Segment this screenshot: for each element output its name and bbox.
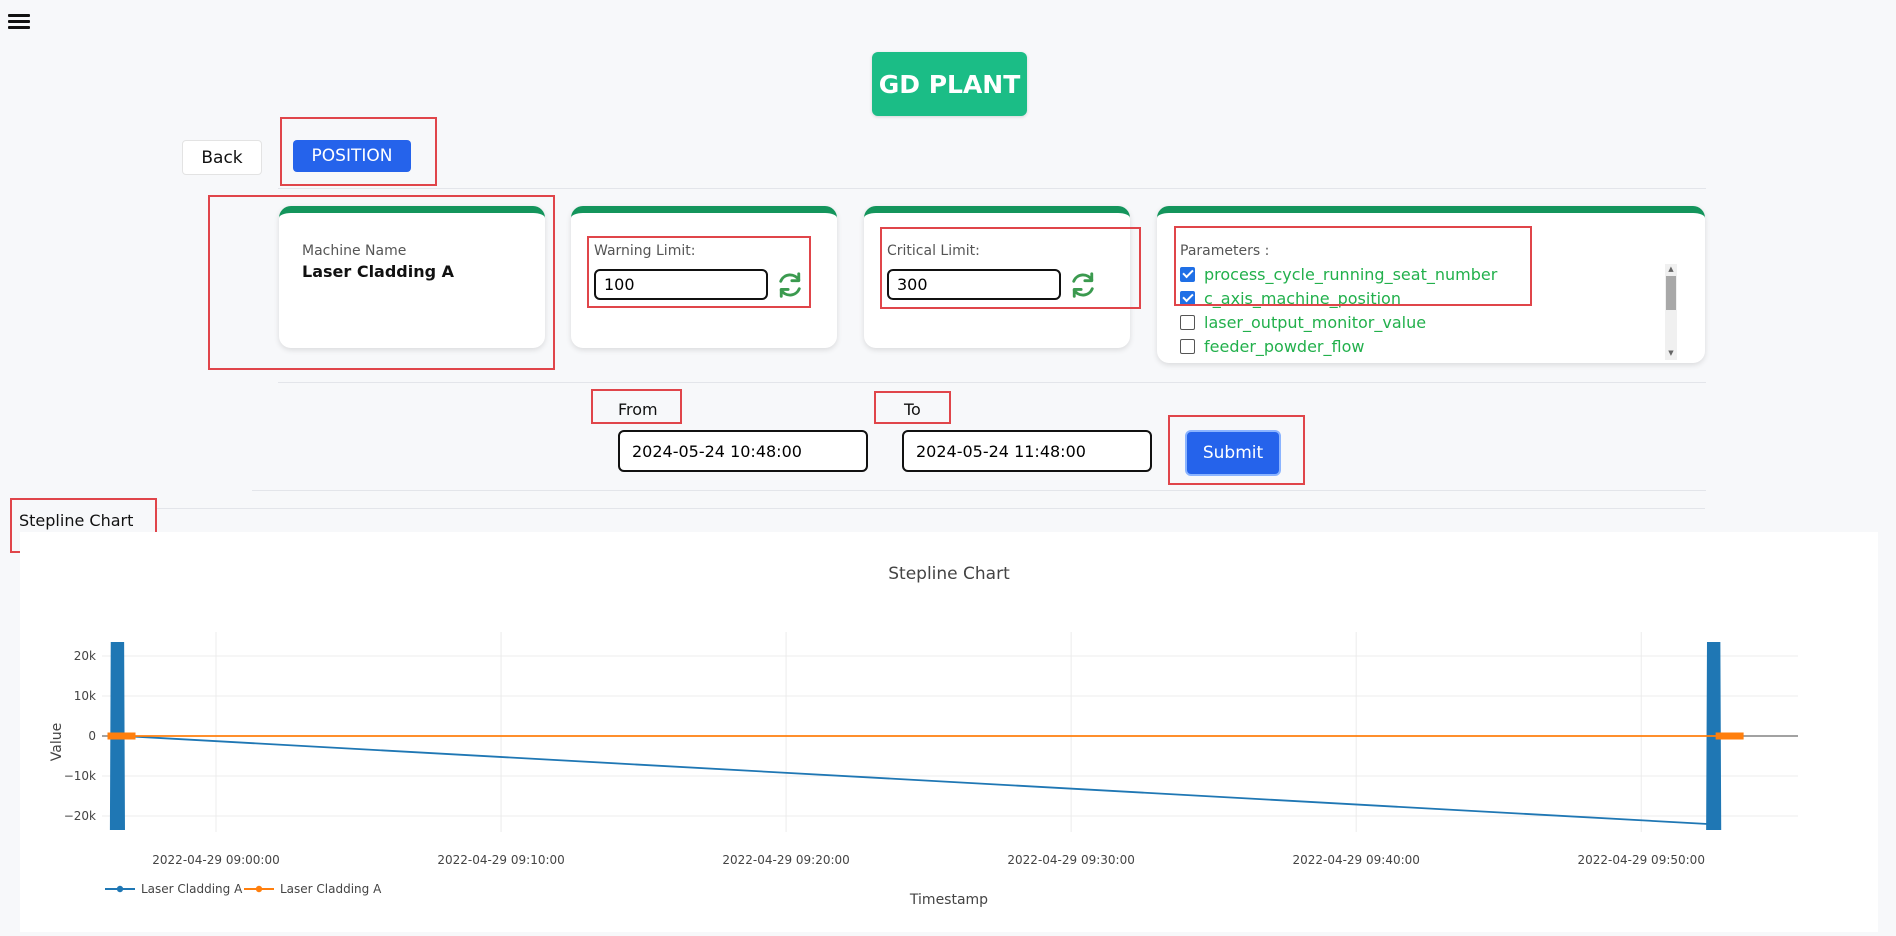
back-button[interactable]: Back xyxy=(182,140,262,175)
y-tick-label: 10k xyxy=(74,689,96,703)
from-datetime-input[interactable] xyxy=(618,430,868,472)
chart-ticks: 20k 10k 0 −10k −20k 2022-04-29 09:00:00 2022-0… xyxy=(64,649,1705,867)
x-tick-label: 2022-04-29 09:00:00 xyxy=(152,853,279,867)
chart-grid xyxy=(102,632,1798,832)
chart-x-axis-label: Timestamp xyxy=(909,892,988,908)
y-tick-label: 0 xyxy=(88,729,96,743)
chart-legend[interactable]: Laser Cladding A Laser Cladding A xyxy=(105,882,382,896)
chart-container: 20k 10k 0 −10k −20k 2022-04-29 09:00:00 2022-0… xyxy=(20,532,1878,932)
series-line-blue xyxy=(123,735,1708,825)
x-tick-label: 2022-04-29 09:20:00 xyxy=(722,853,849,867)
machine-name-value: Laser Cladding A xyxy=(302,262,455,281)
x-tick-label: 2022-04-29 09:50:00 xyxy=(1578,853,1705,867)
legend-marker xyxy=(255,885,263,893)
y-tick-label: 20k xyxy=(74,649,96,663)
scroll-up-icon[interactable]: ▲ xyxy=(1665,264,1677,274)
legend-label: Laser Cladding A xyxy=(280,882,382,896)
plant-title-button[interactable]: GD PLANT xyxy=(872,52,1027,116)
parameter-label: laser_output_monitor_value xyxy=(1204,312,1427,332)
divider xyxy=(278,188,1706,189)
parameter-item[interactable]: laser_output_monitor_value xyxy=(1180,310,1650,334)
section-title: Stepline Chart xyxy=(19,511,134,530)
highlight-box-warning xyxy=(587,236,811,308)
to-label: To xyxy=(904,400,921,419)
chart-y-axis-label: Value xyxy=(49,723,65,761)
scroll-thumb[interactable] xyxy=(1666,276,1676,310)
x-tick-label: 2022-04-29 09:10:00 xyxy=(437,853,564,867)
chart-series xyxy=(107,641,1744,831)
series-marker-orange xyxy=(1715,732,1744,740)
hamburger-menu-icon[interactable] xyxy=(8,14,30,30)
y-tick-label: −10k xyxy=(64,769,96,783)
legend-marker xyxy=(116,885,124,893)
scroll-down-icon[interactable]: ▼ xyxy=(1665,348,1677,358)
highlight-box-parameters xyxy=(1174,226,1532,306)
chart-title: Stepline Chart xyxy=(888,564,1010,584)
to-datetime-input[interactable] xyxy=(902,430,1152,472)
parameters-scrollbar[interactable]: ▲ ▼ xyxy=(1665,264,1677,360)
legend-label: Laser Cladding A xyxy=(141,882,243,896)
checkbox[interactable] xyxy=(1180,314,1195,330)
divider xyxy=(252,490,1706,491)
stepline-chart[interactable]: 20k 10k 0 −10k −20k 2022-04-29 09:00:00 2022-0… xyxy=(20,532,1878,932)
highlight-box-critical xyxy=(880,227,1141,309)
checkbox[interactable] xyxy=(1180,338,1195,354)
machine-name-label: Machine Name xyxy=(302,243,407,259)
machine-card: Machine Name Laser Cladding A xyxy=(279,206,545,348)
parameter-label: feeder_powder_flow xyxy=(1204,336,1365,356)
divider xyxy=(155,508,1705,509)
parameter-item[interactable]: feeder_powder_flow xyxy=(1180,334,1650,358)
submit-button[interactable]: Submit xyxy=(1185,430,1281,476)
x-tick-label: 2022-04-29 09:40:00 xyxy=(1292,853,1419,867)
position-button[interactable]: POSITION xyxy=(293,140,411,172)
series-marker-orange xyxy=(107,732,136,740)
y-tick-label: −20k xyxy=(64,809,96,823)
divider xyxy=(278,382,1706,383)
x-tick-label: 2022-04-29 09:30:00 xyxy=(1007,853,1134,867)
from-label: From xyxy=(618,400,658,419)
